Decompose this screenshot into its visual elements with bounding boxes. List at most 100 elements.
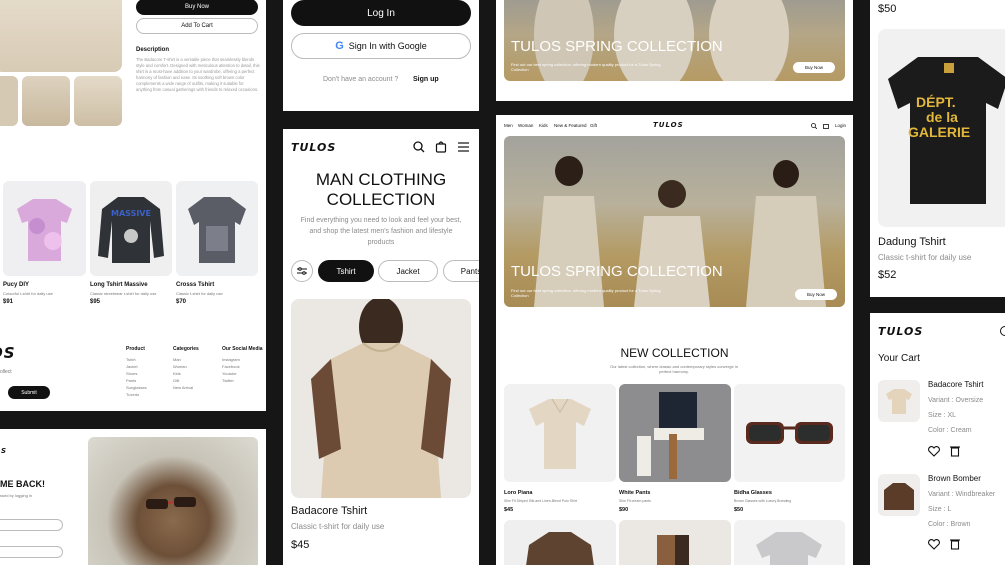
- footer-subscribe-text: ollect: [0, 369, 12, 375]
- footer-link[interactable]: Youtube: [222, 371, 237, 376]
- bag-icon[interactable]: [435, 140, 447, 153]
- product-image-pucy[interactable]: [3, 181, 86, 276]
- footer-link[interactable]: Instagram: [222, 357, 240, 362]
- top-hero-title: TULOS SPRING COLLECTION: [511, 38, 723, 55]
- footer-link[interactable]: Pants: [126, 378, 136, 383]
- collection-image-polo[interactable]: [504, 384, 616, 482]
- collection-item-desc: Brown Glasses with Luxury Branding: [734, 499, 792, 503]
- collection-image-glasses[interactable]: [734, 384, 845, 482]
- mobile-collection-card: TULOS MAN CLOTHING COLLECTION Find every…: [283, 129, 479, 565]
- nav-item-woman[interactable]: Woman: [518, 123, 533, 128]
- product-image-massive[interactable]: MASSIVE: [90, 181, 172, 276]
- hero-buy-now-button[interactable]: Buy Now: [795, 289, 837, 300]
- footer-link[interactable]: Facebook: [222, 364, 240, 369]
- welcome-logo: OS: [0, 447, 7, 455]
- footer-link[interactable]: Tuxedo: [126, 392, 139, 397]
- model-portrait-image: [88, 437, 258, 565]
- product-thumb[interactable]: [22, 76, 70, 126]
- cart-card: TULOS Your Cart Badacore Tshirt Variant …: [870, 313, 1005, 565]
- email-field[interactable]: [0, 519, 63, 531]
- search-icon[interactable]: [811, 123, 817, 129]
- google-signin-button[interactable]: G Sign In with Google: [291, 33, 471, 59]
- product-price: $45: [291, 539, 310, 551]
- shirt-print-1: DÉPT.: [916, 94, 956, 110]
- right-product-name: Dadung Tshirt: [878, 236, 946, 248]
- collection-item-name: White Pants: [619, 490, 651, 496]
- trash-icon[interactable]: [950, 445, 960, 457]
- description-heading: Description: [136, 47, 170, 53]
- filter-chip-pants[interactable]: Pants: [443, 260, 479, 282]
- filter-settings-button[interactable]: [291, 260, 313, 282]
- right-product-price: $52: [878, 269, 897, 281]
- svg-text:MASSIVE: MASSIVE: [111, 209, 151, 218]
- collection-item-price: $50: [734, 507, 744, 513]
- collection-item-name: Bidha Glasses: [734, 490, 772, 496]
- footer-link[interactable]: Shoes: [126, 371, 137, 376]
- footer-link[interactable]: Gift: [173, 378, 179, 383]
- welcome-heading: ME BACK!: [0, 479, 45, 489]
- footer-col-title: Our Social Media: [222, 346, 263, 352]
- footer-link[interactable]: Kids: [173, 371, 181, 376]
- collection-image-gray-tshirt[interactable]: [734, 520, 845, 565]
- nav-item-new-featured[interactable]: New & Featured: [554, 123, 587, 128]
- cart-item-color: Color : Brown: [928, 521, 971, 528]
- grid-item-name: Crosss Tshirt: [176, 282, 215, 288]
- footer-link[interactable]: New Arrival: [173, 385, 193, 390]
- top-hero-buy-button[interactable]: Buy Now: [793, 62, 835, 73]
- collection-image-bomber[interactable]: [504, 520, 616, 565]
- hero-banner-image: [504, 136, 845, 307]
- heart-icon[interactable]: [928, 446, 940, 457]
- buy-now-button[interactable]: Buy Now: [136, 0, 258, 15]
- add-to-cart-button[interactable]: Add To Cart: [136, 18, 258, 34]
- collection-image-pants[interactable]: [619, 384, 731, 482]
- trash-icon[interactable]: [950, 538, 960, 550]
- footer-link[interactable]: Tshirt: [126, 357, 136, 362]
- cart-item-color: Color : Cream: [928, 427, 972, 434]
- signup-link[interactable]: Sign up: [413, 76, 439, 83]
- collection-image-boots[interactable]: [619, 520, 731, 565]
- filter-chip-tshirt[interactable]: Tshirt: [318, 260, 374, 282]
- mobile-brand-logo: TULOS: [291, 141, 337, 154]
- sunglasses-icon: [146, 497, 196, 509]
- cart-search-icon[interactable]: [1000, 326, 1005, 336]
- cart-item-image[interactable]: [878, 474, 920, 516]
- collection-item-price: $90: [619, 507, 629, 513]
- product-image-badacore[interactable]: [291, 299, 471, 498]
- password-field[interactable]: [0, 546, 63, 558]
- grid-item-desc: Colourful t-shirt for daily use: [3, 291, 53, 296]
- cart-brand-logo: TULOS: [878, 325, 924, 338]
- footer-link[interactable]: Sunglasses: [126, 385, 147, 390]
- footer-link[interactable]: Jacket: [126, 364, 138, 369]
- nav-item-kids[interactable]: Kids: [539, 123, 548, 128]
- footer-link[interactable]: Man: [173, 357, 181, 362]
- hero-title: TULOS SPRING COLLECTION: [511, 263, 723, 280]
- cart-item-image[interactable]: [878, 380, 920, 422]
- search-icon[interactable]: [413, 141, 425, 153]
- desktop-login-link[interactable]: Login: [835, 123, 846, 128]
- desktop-landing-card: Men Woman Kids New & Featured Gift TULOS…: [496, 115, 853, 565]
- shirt-print-3: GALERIE: [908, 124, 971, 140]
- product-name: Badacore Tshirt: [291, 505, 368, 517]
- login-card: Log In G Sign In with Google Don't have …: [283, 0, 479, 111]
- product-desc: Classic t-shirt for daily use: [291, 522, 385, 531]
- product-image-crosss[interactable]: [176, 181, 258, 276]
- submit-button[interactable]: Submit: [8, 386, 50, 399]
- new-collection-title: NEW COLLECTION: [620, 346, 729, 360]
- right-product-image[interactable]: DÉPT. de la GALERIE: [878, 29, 1005, 227]
- footer-col-title: Product: [126, 346, 145, 352]
- cart-item-name: Badacore Tshirt: [928, 380, 984, 389]
- top-hero-card: TULOS SPRING COLLECTION Find out our bes…: [496, 0, 853, 101]
- collection-subtitle: Find everything you need to look and fee…: [300, 217, 462, 224]
- collection-subtitle-3: products: [367, 239, 395, 246]
- footer-link[interactable]: Twitter: [222, 378, 234, 383]
- product-thumb[interactable]: [74, 76, 122, 126]
- bag-icon[interactable]: [823, 123, 829, 129]
- nav-item-men[interactable]: Men: [504, 123, 513, 128]
- login-button[interactable]: Log In: [291, 0, 471, 26]
- footer-link[interactable]: Woman: [173, 364, 187, 369]
- filter-chip-jacket[interactable]: Jacket: [378, 260, 438, 282]
- product-thumb[interactable]: [0, 76, 18, 126]
- heart-icon[interactable]: [928, 539, 940, 550]
- menu-icon[interactable]: [458, 142, 470, 152]
- nav-item-gift[interactable]: Gift: [590, 123, 597, 128]
